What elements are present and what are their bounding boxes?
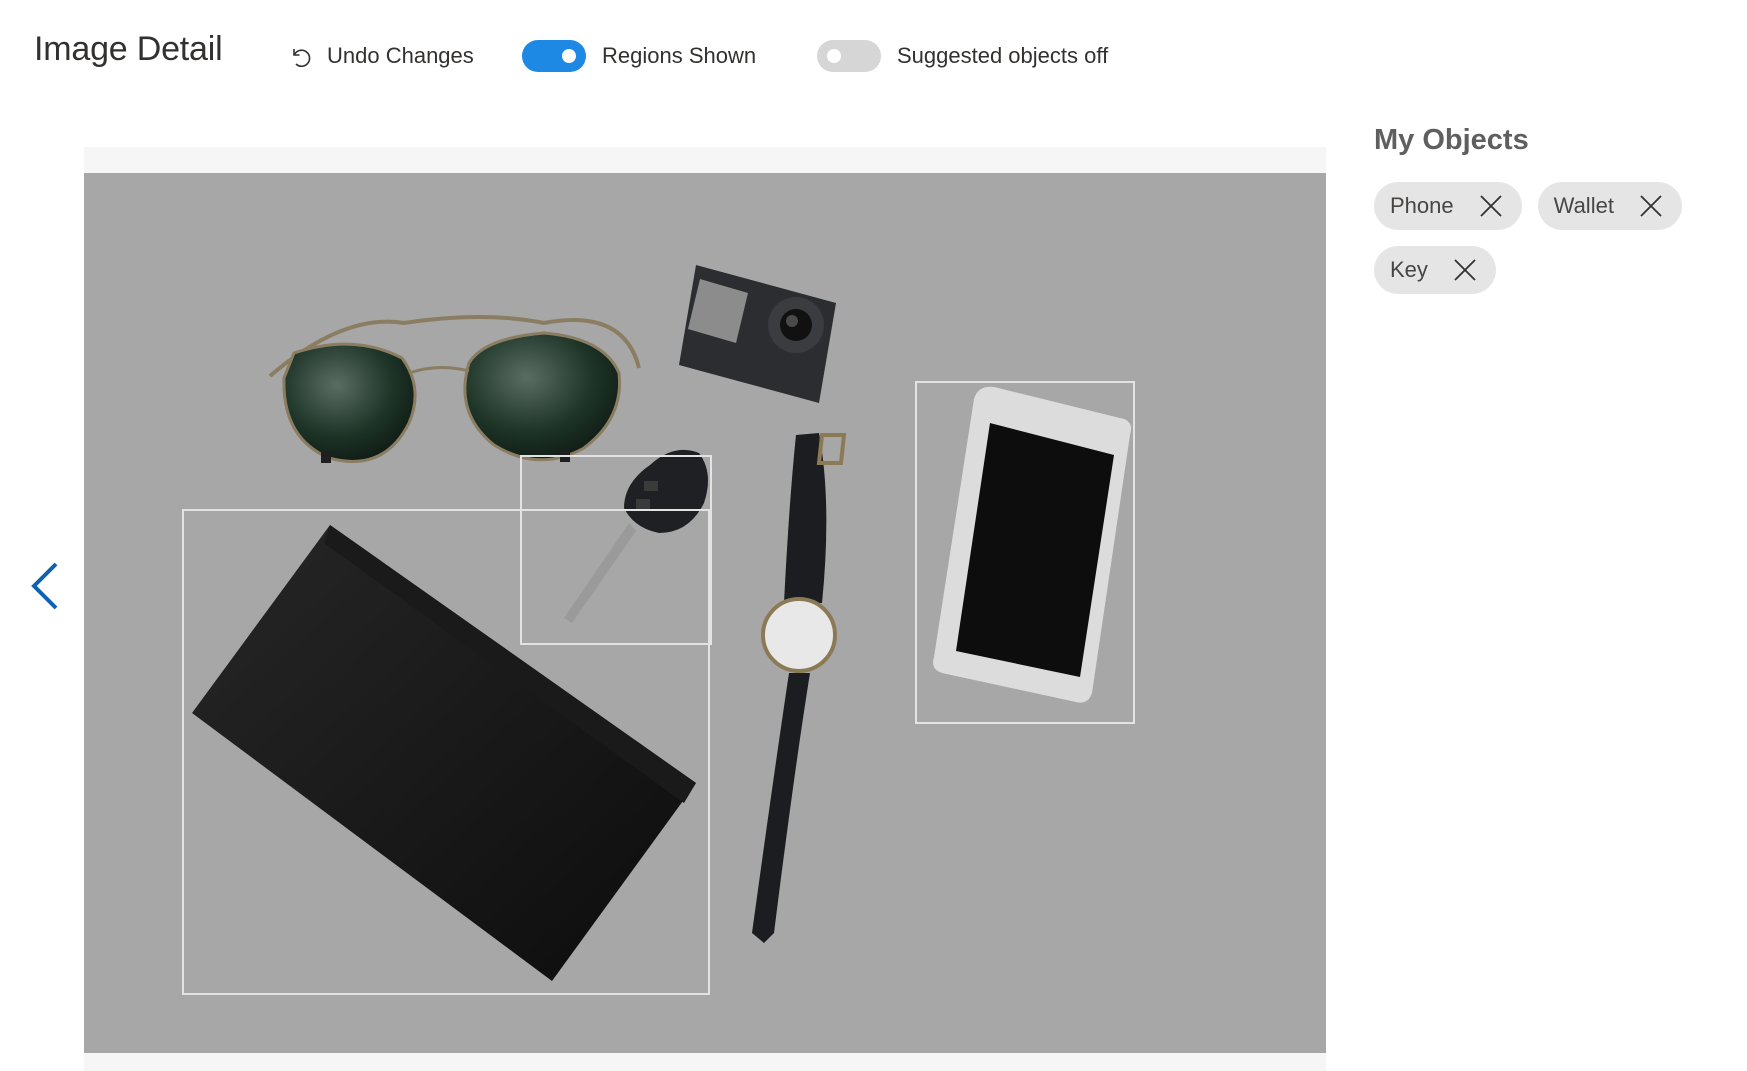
toggle-knob: [827, 49, 841, 63]
regions-shown-toggle[interactable]: Regions Shown: [522, 38, 756, 74]
object-tag[interactable]: Wallet: [1537, 182, 1682, 230]
region-box-key[interactable]: [520, 455, 712, 645]
objects-sidebar: My Objects Phone Wallet Key: [1374, 124, 1724, 294]
region-box-phone[interactable]: [915, 381, 1135, 724]
header-bar: Image Detail Undo Changes Regions Shown …: [0, 0, 1747, 110]
suggested-toggle-label: Suggested objects off: [897, 43, 1109, 68]
close-icon: [1454, 259, 1476, 281]
object-tag-list: Phone Wallet Key: [1374, 182, 1724, 294]
undo-changes-label: Undo Changes: [327, 43, 474, 68]
page-title: Image Detail: [34, 30, 223, 68]
close-icon: [1479, 195, 1502, 217]
previous-image-button[interactable]: [24, 558, 64, 614]
object-tag-label: Phone: [1390, 193, 1454, 218]
suggested-objects-toggle[interactable]: Suggested objects off: [817, 38, 1108, 74]
undo-icon: [293, 49, 311, 68]
object-tag-label: Wallet: [1553, 193, 1614, 218]
regions-toggle-switch[interactable]: [522, 40, 586, 72]
chevron-left-icon: [31, 562, 58, 610]
remove-tag-button[interactable]: [1638, 193, 1664, 219]
object-tag[interactable]: Key: [1374, 246, 1496, 294]
undo-changes-button[interactable]: Undo Changes: [286, 38, 474, 74]
remove-tag-button[interactable]: [1478, 193, 1504, 219]
regions-toggle-label: Regions Shown: [602, 43, 757, 68]
toggle-knob: [562, 49, 576, 63]
sidebar-title: My Objects: [1374, 124, 1529, 156]
object-tag-label: Key: [1390, 257, 1428, 282]
object-tag[interactable]: Phone: [1374, 182, 1522, 230]
suggested-toggle-switch[interactable]: [817, 40, 881, 72]
remove-tag-button[interactable]: [1452, 257, 1478, 283]
image-canvas: [84, 173, 1326, 1053]
close-icon: [1640, 195, 1662, 217]
